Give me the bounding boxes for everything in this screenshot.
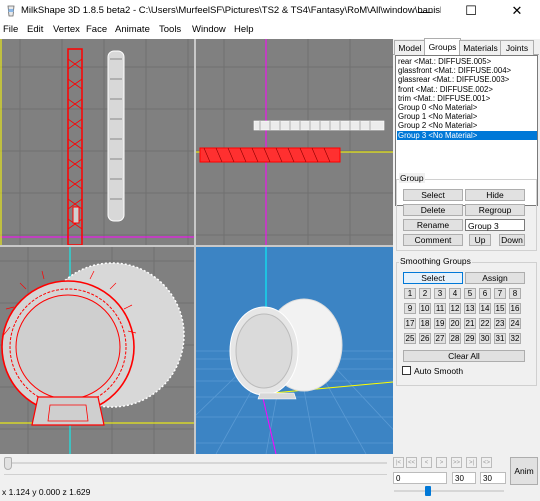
timeline-ticks	[4, 474, 387, 475]
smoothing-group-1-button[interactable]: 1	[404, 288, 416, 299]
group-hide-button[interactable]: Hide	[465, 189, 525, 201]
smoothing-select-button[interactable]: Select	[403, 272, 463, 284]
group-item-trim[interactable]: trim <Mat.: DIFFUSE.001>	[397, 94, 537, 103]
viewport-3d[interactable]	[196, 247, 393, 454]
smoothing-group-15-button[interactable]: 15	[494, 303, 506, 314]
group-item-group-1[interactable]: Group 1 <No Material>	[397, 112, 537, 121]
menu-tools[interactable]: Tools	[159, 24, 181, 35]
smoothing-group-24-button[interactable]: 24	[509, 318, 521, 329]
anim-button[interactable]: Anim	[510, 457, 538, 485]
group-down-button[interactable]: Down	[499, 234, 525, 246]
smoothing-group-29-button[interactable]: 29	[464, 333, 476, 344]
smoothing-assign-button[interactable]: Assign	[465, 272, 525, 284]
smoothing-group-18-button[interactable]: 18	[419, 318, 431, 329]
tab-joints[interactable]: Joints	[500, 40, 534, 55]
viewport-top-left[interactable]	[0, 39, 194, 245]
smoothing-group-16-button[interactable]: 16	[509, 303, 521, 314]
menu-face[interactable]: Face	[86, 24, 107, 35]
smoothing-group-7-button[interactable]: 7	[494, 288, 506, 299]
status-coordinates: x 1.124 y 0.000 z 1.629	[2, 487, 91, 497]
menu-file[interactable]: File	[3, 24, 18, 35]
smoothing-group-20-button[interactable]: 20	[449, 318, 461, 329]
smoothing-group-8-button[interactable]: 8	[509, 288, 521, 299]
smoothing-group-14-button[interactable]: 14	[479, 303, 491, 314]
smoothing-group-3-button[interactable]: 3	[434, 288, 446, 299]
menu-bar: File Edit Vertex Face Animate Tools Wind…	[0, 22, 540, 39]
smoothing-group-10-button[interactable]: 10	[419, 303, 431, 314]
smoothing-group-2-button[interactable]: 2	[419, 288, 431, 299]
group-rename-button[interactable]: Rename	[403, 219, 463, 231]
menu-window[interactable]: Window	[192, 24, 226, 35]
smoothing-group-19-button[interactable]: 19	[434, 318, 446, 329]
rewind-button[interactable]: <<	[406, 457, 417, 468]
menu-edit[interactable]: Edit	[27, 24, 43, 35]
maximize-button[interactable]: ☐	[448, 0, 494, 22]
group-item-group-0[interactable]: Group 0 <No Material>	[397, 103, 537, 112]
tab-model[interactable]: Model	[394, 40, 426, 55]
clear-all-button[interactable]: Clear All	[403, 350, 525, 362]
first-frame-button[interactable]: |<	[393, 457, 404, 468]
current-frame-field[interactable]: 0	[393, 472, 447, 484]
smoothing-group-23-button[interactable]: 23	[494, 318, 506, 329]
total-frames-field[interactable]: 30	[480, 472, 506, 484]
smoothing-group-13-button[interactable]: 13	[464, 303, 476, 314]
forward-button[interactable]: >>	[451, 457, 462, 468]
close-button[interactable]: ✕	[494, 0, 540, 22]
smoothing-groups-legend: Smoothing Groups	[399, 256, 472, 266]
smoothing-group-12-button[interactable]: 12	[449, 303, 461, 314]
title-bar: MilkShape 3D 1.8.5 beta2 - C:\Users\Murf…	[0, 0, 540, 22]
group-up-button[interactable]: Up	[469, 234, 491, 246]
smoothing-group-25-button[interactable]: 25	[404, 333, 416, 344]
menu-vertex[interactable]: Vertex	[53, 24, 80, 35]
smoothing-group-4-button[interactable]: 4	[449, 288, 461, 299]
tab-materials[interactable]: Materials	[459, 40, 502, 55]
milkshape-app-icon	[7, 5, 15, 17]
smoothing-group-31-button[interactable]: 31	[494, 333, 506, 344]
smoothing-group-30-button[interactable]: 30	[479, 333, 491, 344]
smoothing-group-21-button[interactable]: 21	[464, 318, 476, 329]
smoothing-group-27-button[interactable]: 27	[434, 333, 446, 344]
group-item-glassfront[interactable]: glassfront <Mat.: DIFFUSE.004>	[397, 66, 537, 75]
menu-animate[interactable]: Animate	[115, 24, 150, 35]
group-item-glassrear[interactable]: glassrear <Mat.: DIFFUSE.003>	[397, 75, 537, 84]
group-item-front[interactable]: front <Mat.: DIFFUSE.002>	[397, 85, 537, 94]
auto-smooth-label: Auto Smooth	[414, 366, 464, 376]
group-regroup-button[interactable]: Regroup	[465, 204, 525, 216]
minimize-button[interactable]: —	[402, 0, 448, 22]
menu-help[interactable]: Help	[234, 24, 254, 35]
group-comment-button[interactable]: Comment	[403, 234, 463, 246]
speed-slider[interactable]	[425, 486, 431, 496]
smoothing-group-28-button[interactable]: 28	[449, 333, 461, 344]
group-item-group-3[interactable]: Group 3 <No Material>	[397, 130, 537, 140]
loop-button[interactable]: <>	[481, 457, 492, 468]
smoothing-group-9-button[interactable]: 9	[404, 303, 416, 314]
prev-frame-button[interactable]: <	[421, 457, 432, 468]
group-delete-button[interactable]: Delete	[403, 204, 463, 216]
smoothing-group-32-button[interactable]: 32	[509, 333, 521, 344]
tab-groups[interactable]: Groups	[424, 38, 461, 55]
speed-track	[394, 490, 504, 492]
side-panel: Model Groups Materials Joints rear <Mat.…	[393, 38, 540, 454]
viewport-bottom-left[interactable]	[0, 247, 194, 454]
group-item-rear[interactable]: rear <Mat.: DIFFUSE.005>	[397, 57, 537, 66]
auto-smooth-checkbox[interactable]	[402, 366, 411, 375]
viewport-top-right[interactable]	[196, 39, 393, 245]
smoothing-group-17-button[interactable]: 17	[404, 318, 416, 329]
window-title: MilkShape 3D 1.8.5 beta2 - C:\Users\Murf…	[21, 5, 441, 16]
group-item-group-2[interactable]: Group 2 <No Material>	[397, 121, 537, 130]
smoothing-group-26-button[interactable]: 26	[419, 333, 431, 344]
timeline-track	[4, 462, 387, 464]
bottom-bar: |< << < > >> >| <> 0 30 30 Anim x 1.124 …	[0, 454, 540, 501]
smoothing-group-22-button[interactable]: 22	[479, 318, 491, 329]
smoothing-group-11-button[interactable]: 11	[434, 303, 446, 314]
timeline-slider[interactable]	[4, 457, 12, 470]
smoothing-group-6-button[interactable]: 6	[479, 288, 491, 299]
group-select-button[interactable]: Select	[403, 189, 463, 201]
group-name-field[interactable]: Group 3	[465, 219, 525, 231]
play-button[interactable]: >	[436, 457, 447, 468]
group-box-legend: Group	[399, 173, 425, 183]
start-frame-field[interactable]: 30	[452, 472, 476, 484]
last-frame-button[interactable]: >|	[466, 457, 477, 468]
smoothing-group-5-button[interactable]: 5	[464, 288, 476, 299]
